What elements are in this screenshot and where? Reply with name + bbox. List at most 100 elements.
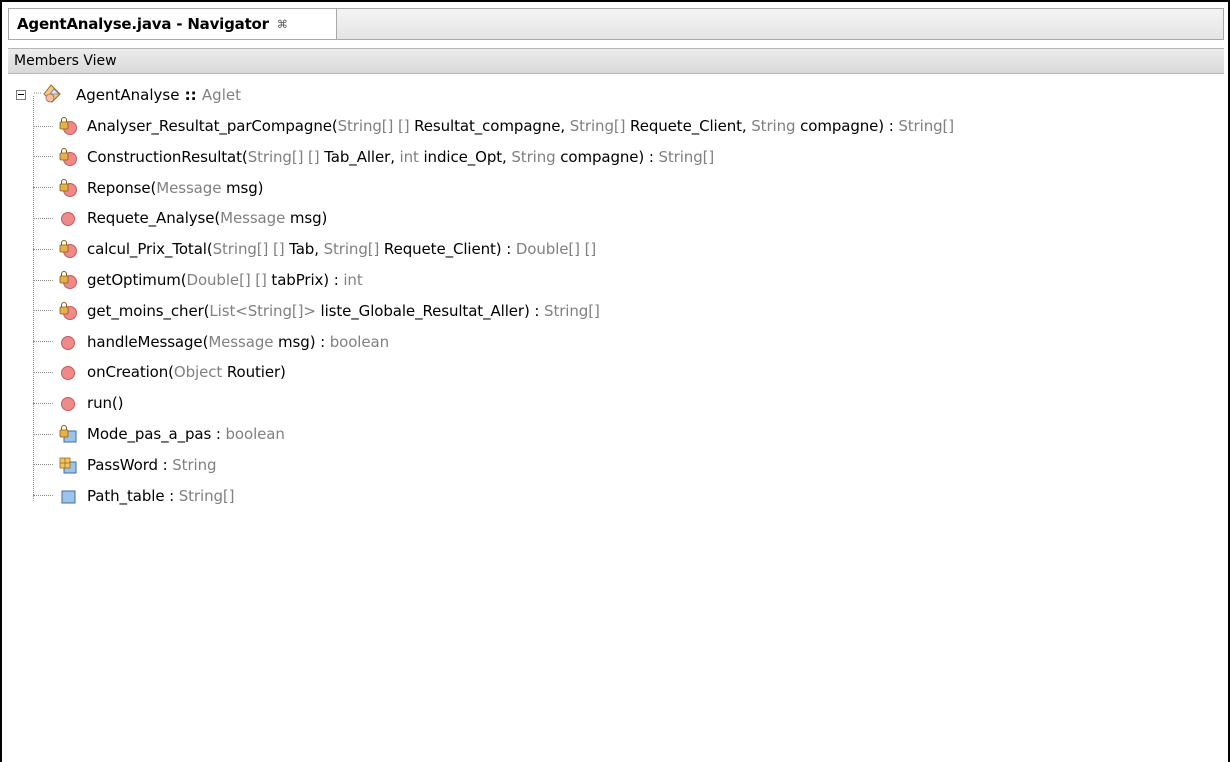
- name-token: calcul_Prix_Total(: [87, 240, 213, 259]
- name-token: Requete_Analyse(: [87, 209, 221, 228]
- tree-connector: [33, 310, 53, 312]
- name-token: liste_Globale_Resultat_Aller) :: [315, 301, 545, 320]
- type-token: boolean: [329, 332, 390, 351]
- tab-navigator[interactable]: AgentAnalyse.java - Navigator ⌘: [9, 9, 337, 39]
- public-method-icon: [57, 393, 79, 413]
- name-token: msg): [221, 178, 264, 197]
- member-row[interactable]: handleMessage(Message msg) : boolean: [33, 329, 389, 355]
- type-token: int: [399, 147, 419, 166]
- name-token: getOptimum(: [87, 271, 187, 289]
- tree-connector: [33, 217, 53, 219]
- tree-connector: [33, 433, 53, 435]
- type-token: String: [511, 147, 556, 166]
- type-token: Double: [186, 271, 240, 289]
- member-row[interactable]: PassWord : String: [33, 452, 217, 478]
- member-row[interactable]: Path_table : String[]: [33, 483, 235, 509]
- name-token: Mode_pas_a_pas :: [87, 425, 226, 443]
- type-token: String: [323, 240, 368, 259]
- tree-connector: [33, 248, 53, 250]
- name-token: indice_Opt,: [418, 147, 512, 166]
- member-row[interactable]: getOptimum(Double[] [] tabPrix) : int: [33, 267, 363, 293]
- name-token: get_moins_cher(: [87, 301, 210, 320]
- type-token: [] []: [239, 271, 267, 289]
- type-token: String[]: [898, 117, 955, 135]
- tree-connector: [33, 279, 53, 281]
- type-token: String[]: [658, 147, 715, 166]
- member-signature: Mode_pas_a_pas : boolean: [87, 425, 285, 443]
- protected-method-icon: [57, 270, 79, 290]
- name-token: Tab_Aller,: [319, 147, 400, 166]
- tree-root[interactable]: AgentAnalyse :: Aglet: [16, 82, 241, 108]
- root-name: AgentAnalyse: [76, 86, 180, 104]
- type-token: [] []: [256, 240, 285, 259]
- name-token: PassWord :: [87, 455, 173, 474]
- name-token: msg) :: [273, 332, 330, 351]
- member-row[interactable]: calcul_Prix_Total(String[] [] Tab, Strin…: [33, 236, 596, 262]
- type-token: Object: [173, 363, 223, 382]
- name-token: compagne) :: [795, 117, 899, 135]
- type-token: []: [613, 117, 626, 135]
- member-row[interactable]: Mode_pas_a_pas : boolean: [33, 421, 285, 447]
- type-token: String: [337, 117, 382, 135]
- type-token: String: [569, 117, 614, 135]
- tree-connector: [33, 125, 53, 127]
- navigator-window: AgentAnalyse.java - Navigator ⌘ Members …: [0, 0, 1230, 762]
- tree-connector: [33, 495, 53, 497]
- protected-method-icon: [57, 178, 79, 198]
- root-type: Aglet: [201, 86, 241, 104]
- members-view-label: Members View: [14, 53, 117, 69]
- member-signature: get_moins_cher(List<String[]> liste_Glob…: [87, 302, 600, 320]
- type-token: [] []: [291, 147, 320, 166]
- type-token: String: [172, 455, 217, 474]
- protected-field-icon: [57, 424, 79, 444]
- member-row[interactable]: onCreation(Object Routier): [33, 359, 286, 385]
- type-token: String: [212, 240, 257, 259]
- member-signature: PassWord : String: [87, 455, 217, 474]
- member-signature: handleMessage(Message msg) : boolean: [87, 333, 389, 351]
- member-signature: calcul_Prix_Total(String[] [] Tab, Strin…: [87, 240, 596, 258]
- member-row[interactable]: Reponse(Message msg): [33, 175, 264, 201]
- member-signature: Reponse(Message msg): [87, 178, 264, 197]
- type-token: Message: [208, 332, 274, 351]
- name-token: run(): [87, 394, 124, 413]
- type-token: List<String[]>: [209, 301, 316, 320]
- protected-method-icon: [57, 147, 79, 167]
- name-token: Analyser_Resultat_parCompagne(: [87, 117, 338, 135]
- member-signature: run(): [87, 394, 123, 412]
- type-token: Message: [156, 178, 222, 197]
- name-token: Resultat_compagne,: [409, 117, 570, 135]
- class-icon: [34, 82, 62, 108]
- type-token: String[]: [178, 486, 235, 505]
- member-row[interactable]: get_moins_cher(List<String[]> liste_Glob…: [33, 298, 600, 324]
- type-token: Double[] []: [515, 240, 597, 259]
- name-token: onCreation(: [87, 363, 174, 382]
- tree-connector: [33, 371, 53, 373]
- member-signature: Analyser_Resultat_parCompagne(String[] […: [87, 117, 954, 135]
- type-token: int: [343, 271, 363, 289]
- member-row[interactable]: Analyser_Resultat_parCompagne(String[] […: [33, 113, 954, 139]
- public-method-icon: [57, 208, 79, 228]
- member-row[interactable]: Requete_Analyse(Message msg): [33, 205, 327, 231]
- type-token: String: [247, 147, 292, 166]
- tree-connector: [33, 341, 53, 343]
- name-token: compagne) :: [555, 147, 659, 166]
- close-icon[interactable]: ⌘: [277, 18, 288, 31]
- name-token: handleMessage(: [87, 332, 209, 351]
- name-token: Path_table :: [87, 486, 179, 505]
- member-signature: Path_table : String[]: [87, 486, 235, 505]
- root-sep: ::: [179, 86, 202, 104]
- name-token: Tab,: [284, 240, 324, 259]
- member-row[interactable]: run(): [33, 390, 123, 416]
- member-signature: getOptimum(Double[] [] tabPrix) : int: [87, 271, 363, 289]
- name-token: Requete_Client) :: [379, 240, 516, 259]
- name-token: msg): [285, 209, 328, 228]
- type-token: String: [751, 117, 796, 135]
- collapse-toggle-icon[interactable]: [16, 90, 26, 100]
- type-token: Message: [220, 209, 286, 228]
- public-field-icon: [57, 486, 79, 506]
- name-token: ConstructionResultat(: [87, 147, 248, 166]
- protected-method-icon: [57, 239, 79, 259]
- member-row[interactable]: ConstructionResultat(String[] [] Tab_All…: [33, 144, 714, 170]
- members-view-bar[interactable]: Members View: [8, 48, 1224, 74]
- type-token: [] []: [381, 117, 410, 135]
